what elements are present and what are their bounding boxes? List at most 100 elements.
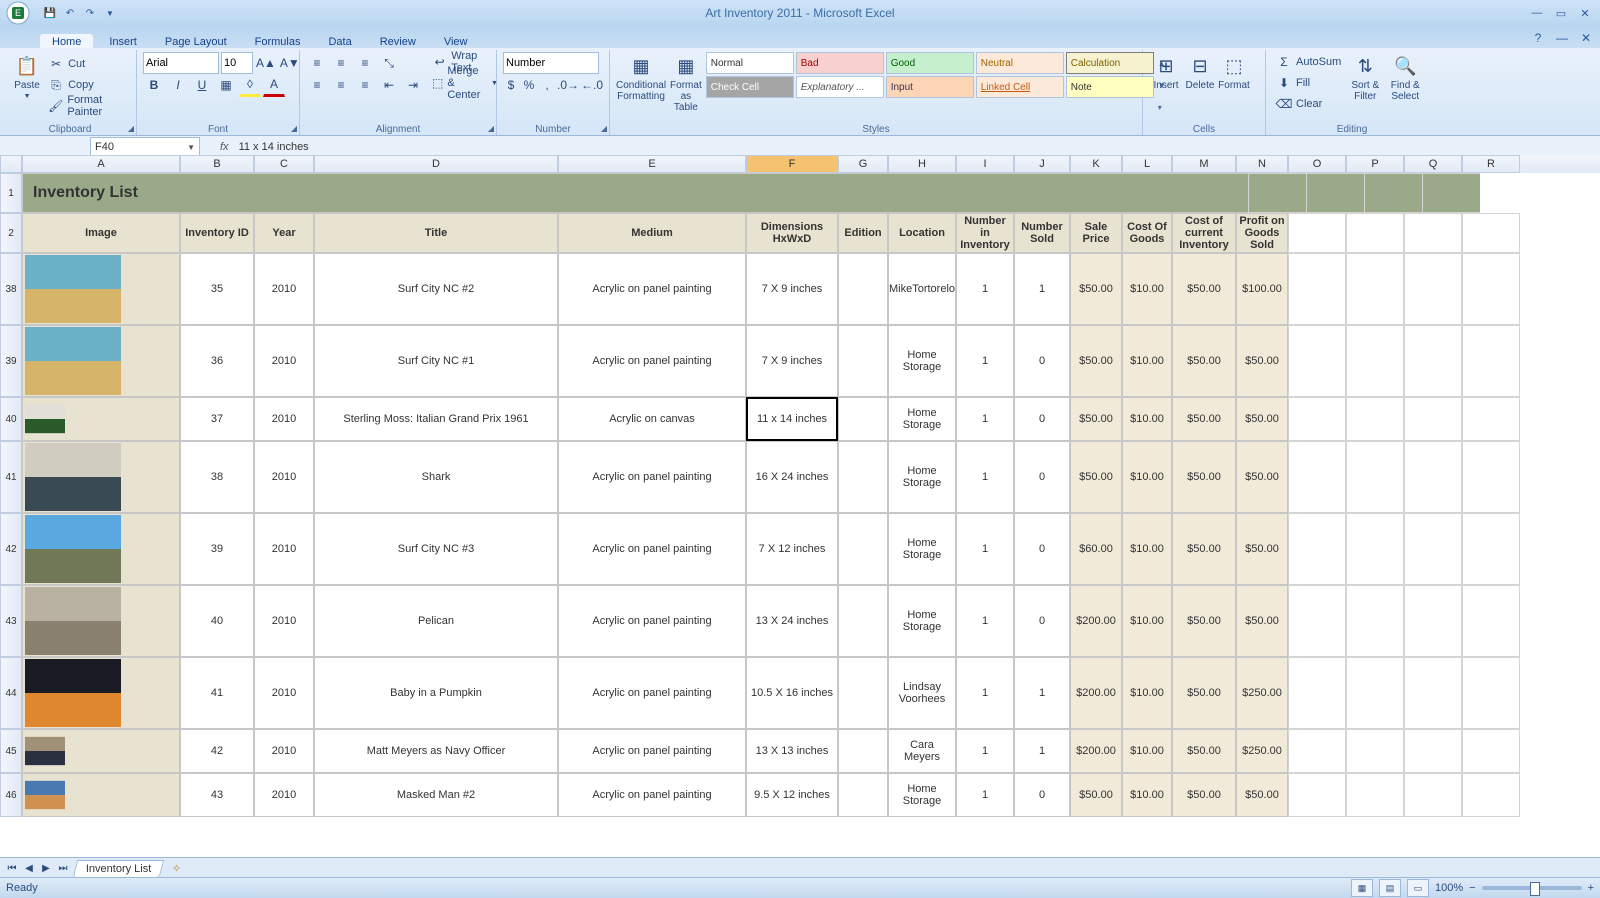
cell-medium[interactable]: Acrylic on canvas <box>558 397 746 441</box>
cell-profit[interactable]: $50.00 <box>1236 585 1288 657</box>
increase-indent-icon[interactable]: ⇥ <box>402 74 424 96</box>
cell-year[interactable]: 2010 <box>254 729 314 773</box>
cell-edition[interactable] <box>838 513 888 585</box>
row-header-43[interactable]: 43 <box>0 585 22 657</box>
cell-edition[interactable] <box>838 325 888 397</box>
border-icon[interactable]: ▦ <box>215 74 237 96</box>
cell-edition[interactable] <box>838 253 888 325</box>
cell-inventory-id[interactable]: 35 <box>180 253 254 325</box>
tab-nav-first-icon[interactable]: ⏮ <box>4 860 20 876</box>
cell-location[interactable]: Home Storage <box>888 773 956 817</box>
worksheet[interactable]: ABCDEFGHIJKLMNOPQR 1Inventory List2Image… <box>0 155 1600 858</box>
cell-title[interactable]: Masked Man #2 <box>314 773 558 817</box>
col-header-A[interactable]: A <box>22 155 180 173</box>
cell-image[interactable] <box>22 397 180 441</box>
copy-button[interactable]: ⎘Copy <box>44 75 130 95</box>
cell-sale-price[interactable]: $200.00 <box>1070 657 1122 729</box>
cell-cost-of-goods[interactable]: $10.00 <box>1122 729 1172 773</box>
cell-medium[interactable]: Acrylic on panel painting <box>558 657 746 729</box>
paste-button[interactable]: 📋 Paste ▼ <box>10 52 44 118</box>
cell-profit[interactable]: $50.00 <box>1236 513 1288 585</box>
tab-review[interactable]: ReviewR <box>368 34 428 48</box>
cell-cost-of-goods[interactable]: $10.00 <box>1122 397 1172 441</box>
cell-location[interactable]: Cara Meyers <box>888 729 956 773</box>
cell-num-sold[interactable]: 0 <box>1014 585 1070 657</box>
header-sale-price[interactable]: Sale Price <box>1070 213 1122 253</box>
cell-edition[interactable] <box>838 441 888 513</box>
format-painter-button[interactable]: 🖌Format Painter <box>44 96 130 116</box>
tab-nav-next-icon[interactable]: ▶ <box>38 860 54 876</box>
cell-profit[interactable]: $100.00 <box>1236 253 1288 325</box>
cell-sale-price[interactable]: $50.00 <box>1070 325 1122 397</box>
page-break-view-icon[interactable]: ▭ <box>1407 879 1429 897</box>
find-select-button[interactable]: 🔍Find & Select <box>1385 52 1425 118</box>
cell-num-sold[interactable]: 0 <box>1014 441 1070 513</box>
cell-dimensions[interactable]: 13 X 13 inches <box>746 729 838 773</box>
cell-dimensions[interactable]: 9.5 X 12 inches <box>746 773 838 817</box>
cell-sale-price[interactable]: $200.00 <box>1070 585 1122 657</box>
style-input[interactable]: Input <box>886 76 974 98</box>
cell-cost-current-inv[interactable]: $50.00 <box>1172 325 1236 397</box>
restore-button[interactable]: ▭ <box>1550 5 1572 21</box>
cut-button[interactable]: ✂Cut <box>44 54 130 74</box>
col-header-L[interactable]: L <box>1122 155 1172 173</box>
shrink-font-icon[interactable]: A▼ <box>279 52 301 74</box>
col-header-P[interactable]: P <box>1346 155 1404 173</box>
cell-profit[interactable]: $50.00 <box>1236 773 1288 817</box>
qat-save-icon[interactable]: 💾 <box>42 5 58 21</box>
tab-nav-last-icon[interactable]: ⏭ <box>55 860 71 876</box>
cell-dimensions[interactable]: 7 X 12 inches <box>746 513 838 585</box>
style-normal[interactable]: Normal <box>706 52 794 74</box>
col-header-D[interactable]: D <box>314 155 558 173</box>
cell-cost-current-inv[interactable]: $50.00 <box>1172 441 1236 513</box>
delete-cells-button[interactable]: ⊟Delete <box>1183 52 1217 118</box>
font-name-select[interactable] <box>143 52 219 74</box>
accounting-icon[interactable]: $ <box>503 74 519 96</box>
cell-title[interactable]: Surf City NC #1 <box>314 325 558 397</box>
cell-image[interactable] <box>22 585 180 657</box>
cell-num-inventory[interactable]: 1 <box>956 441 1014 513</box>
header-year[interactable]: Year <box>254 213 314 253</box>
cell-inventory-id[interactable]: 38 <box>180 441 254 513</box>
cell-cost-of-goods[interactable]: $10.00 <box>1122 513 1172 585</box>
style-linkedcell[interactable]: Linked Cell <box>976 76 1064 98</box>
header-title[interactable]: Title <box>314 213 558 253</box>
cell-num-inventory[interactable]: 1 <box>956 513 1014 585</box>
alignment-launcher-icon[interactable]: ◢ <box>488 124 494 133</box>
fill-button[interactable]: ⬇Fill <box>1272 73 1345 93</box>
cell-medium[interactable]: Acrylic on panel painting <box>558 773 746 817</box>
decrease-indent-icon[interactable]: ⇤ <box>378 74 400 96</box>
font-size-select[interactable] <box>221 52 253 74</box>
namebox-dropdown-icon[interactable]: ▼ <box>187 143 195 152</box>
cell-profit[interactable]: $50.00 <box>1236 441 1288 513</box>
style-explanatory[interactable]: Explanatory ... <box>796 76 884 98</box>
formula-value[interactable]: 11 x 14 inches <box>239 141 309 153</box>
cell-medium[interactable]: Acrylic on panel painting <box>558 441 746 513</box>
font-color-icon[interactable]: A <box>263 73 285 97</box>
cell-year[interactable]: 2010 <box>254 397 314 441</box>
cell-cost-current-inv[interactable]: $50.00 <box>1172 657 1236 729</box>
cell-cost-of-goods[interactable]: $10.00 <box>1122 441 1172 513</box>
cell-styles-gallery[interactable]: NormalBadGoodNeutralCalculation Check Ce… <box>706 52 1154 118</box>
cell-sale-price[interactable]: $200.00 <box>1070 729 1122 773</box>
col-header-H[interactable]: H <box>888 155 956 173</box>
close-workbook-icon[interactable]: ✕ <box>1576 28 1596 48</box>
section-title[interactable]: Inventory List <box>22 173 1248 213</box>
tab-page-layout[interactable]: Page LayoutP <box>153 34 239 48</box>
col-header-B[interactable]: B <box>180 155 254 173</box>
minimize-button[interactable]: — <box>1526 5 1548 21</box>
cell-title[interactable]: Pelican <box>314 585 558 657</box>
normal-view-icon[interactable]: ▦ <box>1351 879 1373 897</box>
cell-image[interactable] <box>22 253 180 325</box>
col-header-K[interactable]: K <box>1070 155 1122 173</box>
tab-insert[interactable]: InsertN <box>97 34 149 48</box>
cell-num-inventory[interactable]: 1 <box>956 325 1014 397</box>
cell-profit[interactable]: $250.00 <box>1236 729 1288 773</box>
comma-icon[interactable]: , <box>539 74 555 96</box>
cell-inventory-id[interactable]: 39 <box>180 513 254 585</box>
cell-year[interactable]: 2010 <box>254 441 314 513</box>
row-header-38[interactable]: 38 <box>0 253 22 325</box>
insert-cells-button[interactable]: ⊞Insert <box>1149 52 1183 118</box>
cell-cost-of-goods[interactable]: $10.00 <box>1122 585 1172 657</box>
col-header-G[interactable]: G <box>838 155 888 173</box>
